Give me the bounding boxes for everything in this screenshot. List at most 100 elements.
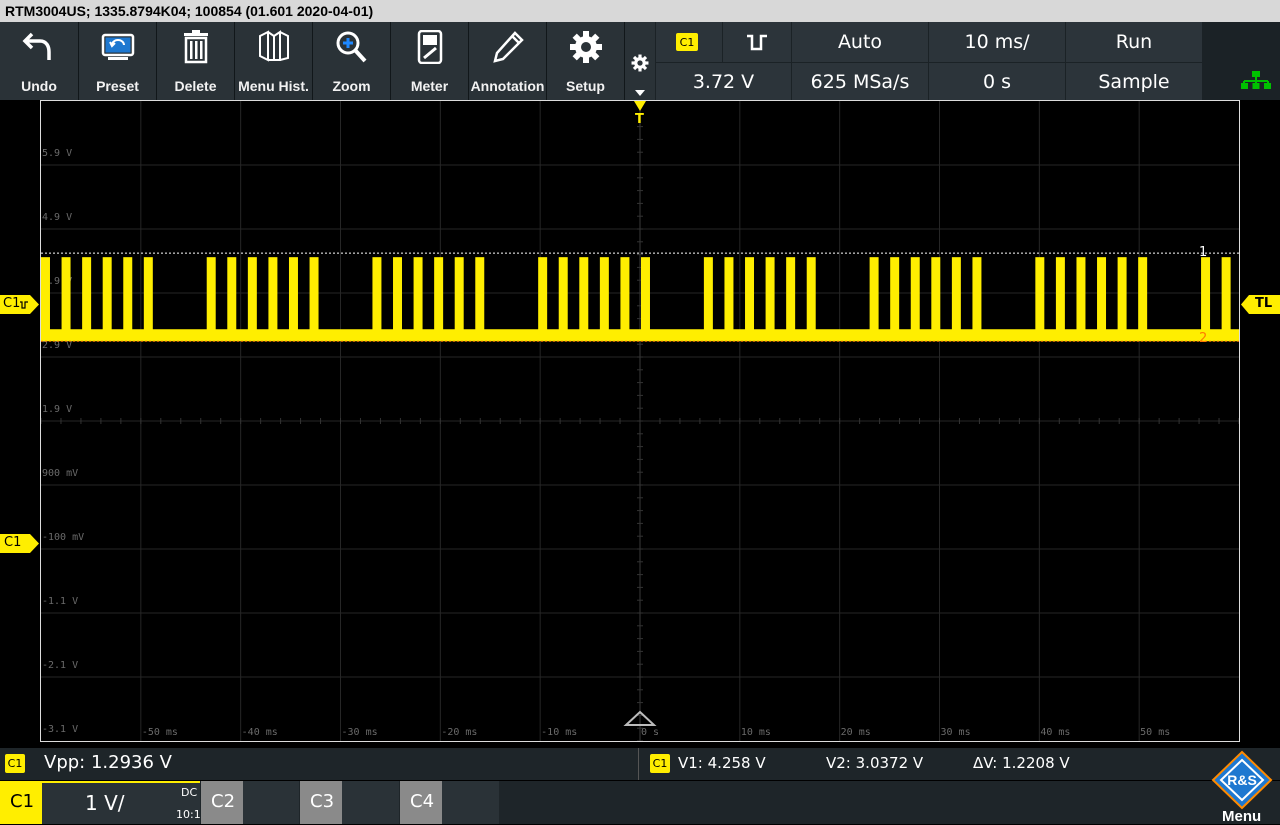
x-axis-label: -10 ms [541,727,577,738]
waveform-pulse [288,257,298,336]
trigger-marker-label: T [635,112,644,127]
waveform-pulse [910,257,920,336]
waveform-pulse [972,257,982,336]
menu-history-icon [258,30,289,62]
setup-label: Setup [566,78,605,94]
waveform-pulse [206,257,216,336]
horizontal-position[interactable]: 0 s [929,63,1065,100]
pulse-mini-icon [20,301,28,309]
waveform-pulse [309,257,319,336]
menu-history-button[interactable]: Menu Hist. [235,22,313,100]
waveform-pulse [82,257,92,336]
waveform-graticule[interactable]: 5.9 V4.9 V3.9 V2.9 V1.9 V900 mV-100 mV-1… [41,101,1239,741]
menu-label: Menu [1222,808,1262,825]
x-axis-label: 0 s [641,727,659,738]
gear-icon [569,31,602,63]
waveform-pulse [454,257,464,336]
menu-button[interactable]: R&S Menu [1203,748,1280,825]
waveform-pulse [372,257,382,336]
zoom-label: Zoom [332,78,371,94]
x-axis-label: -20 ms [441,727,477,738]
waveform-pulse [1117,257,1127,336]
c1-probe-ratio: 10:1 [176,808,201,821]
sample-rate: 625 MSa/s [792,63,928,100]
y-axis-label: 900 mV [42,468,78,479]
c4-channel-button[interactable]: C4 [400,781,499,824]
undo-icon [22,32,51,60]
annotation-button[interactable]: Annotation [469,22,547,100]
undo-label: Undo [21,78,57,94]
c2-channel-button[interactable]: C2 [201,781,299,824]
zoom-icon [336,31,366,63]
waveform-pulse [745,257,755,336]
run-stop[interactable]: Run [1066,22,1202,62]
y-axis-label: 1.9 V [42,404,72,415]
trigger-channel-badge: C1 [676,33,698,51]
preset-label: Preset [96,78,139,94]
trigger-marker[interactable]: T [632,100,648,130]
waveform-pulse [1055,257,1065,336]
title-bar: RTM3004US; 1335.8794K04; 100854 (01.601 … [0,0,1280,22]
cursor-v1-value: V1: 4.258 V [678,754,766,772]
c1-trigger-tag[interactable]: C1 [0,295,40,314]
waveform-display[interactable]: 5.9 V 4.9 V 3.9 V 2.9 V 1.9 V 900 mV -100 mV -1… [40,100,1240,742]
x-axis-label: -30 ms [342,727,378,738]
network-icon [1241,71,1271,89]
channel-bar: C1 1 V/ DC 10:1 C2 C3 C4 R&S Menu [0,750,1280,825]
waveform-pulse [1097,257,1107,336]
waveform-pulse [890,257,900,336]
delete-label: Delete [174,78,217,94]
meter-button[interactable]: Meter [391,22,469,100]
preset-icon [101,33,134,60]
quick-settings-column[interactable] [625,22,655,100]
c1-offset-tag-label: C1 [4,535,22,550]
trigger-level-tag[interactable]: TL [1241,295,1280,314]
c1-offset-tag[interactable]: C1 [0,534,40,553]
x-axis-label: 50 ms [1140,727,1170,738]
trigger-level[interactable]: 3.72 V [656,63,791,100]
acquisition-mode[interactable]: Sample [1066,63,1202,100]
trigger-slope[interactable] [723,22,791,62]
timebase[interactable]: 10 ms/ [929,22,1065,62]
undo-button[interactable]: Undo [0,22,79,100]
small-gear-icon [631,54,649,72]
zoom-button[interactable]: Zoom [313,22,391,100]
measurement-channel-badge: C1 [5,754,25,773]
dropdown-arrow-icon [635,90,645,96]
setup-button[interactable]: Setup [547,22,625,100]
waveform-pulse [227,257,237,336]
delete-button[interactable]: Delete [157,22,235,100]
waveform-pulse [538,257,548,336]
cursor-delta-value: ΔV: 1.2208 V [973,754,1070,772]
waveform-pulse [869,257,879,336]
y-axis-label: -100 mV [42,532,84,543]
c4-channel-name: C4 [410,791,435,812]
waveform-pulse [1035,257,1045,336]
trigger-mode[interactable]: Auto [792,22,928,62]
rs-logo-icon: R&S [1211,750,1273,810]
c3-channel-button[interactable]: C3 [300,781,399,824]
trash-icon [183,30,208,64]
waveform-pulse [931,257,941,336]
vpp-measurement[interactable]: Vpp: 1.2936 V [44,752,172,773]
waveform-pulse [475,257,485,336]
waveform-pulse [703,257,713,336]
pen-icon [492,31,524,63]
x-axis-labels: -50 ms -40 ms -30 ms -20 ms -10 ms 0 s 10 ms 20… [142,727,1170,738]
x-axis-label: 40 ms [1040,727,1070,738]
waveform-pulse [102,257,112,336]
y-axis-label: -3.1 V [42,724,78,735]
c1-channel-button[interactable]: C1 1 V/ DC 10:1 [0,781,201,824]
waveform-pulse [724,257,734,336]
x-axis-label: -50 ms [142,727,178,738]
cursor-v2-value: V2: 3.0372 V [826,754,924,772]
y-axis-labels: 5.9 V4.9 V3.9 V2.9 V1.9 V900 mV-100 mV-1… [42,148,84,735]
waveform-pulse [786,257,796,336]
waveform-pulse [268,257,278,336]
waveform-pulse [1221,257,1231,336]
preset-button[interactable]: Preset [79,22,157,100]
trigger-source[interactable]: C1 [656,22,722,62]
waveform-pulse [951,257,961,336]
meter-label: Meter [410,78,449,94]
waveform-pulse [620,257,630,336]
